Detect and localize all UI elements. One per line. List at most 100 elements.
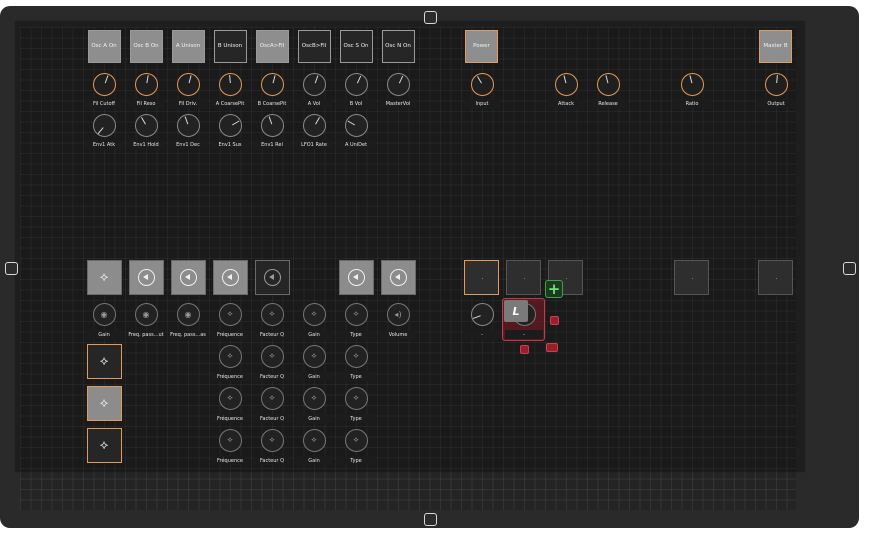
eq-band-knob[interactable]: ⟡: [344, 428, 368, 452]
eq-knob[interactable]: ◉: [92, 302, 116, 326]
param-knob[interactable]: [176, 113, 200, 137]
empty-slot[interactable]: [674, 260, 709, 295]
eq-band-knob[interactable]: ⟡: [344, 386, 368, 410]
osc-toggle-button[interactable]: Osc N On: [381, 30, 415, 63]
knob-pointer: [314, 74, 319, 83]
resize-handle-top[interactable]: [424, 11, 437, 24]
eq-band-knob[interactable]: ⟡: [260, 428, 284, 452]
param-knob-label: A CoarsePit: [211, 99, 249, 108]
eq-knob[interactable]: ◉: [176, 302, 200, 326]
param-knob[interactable]: [92, 72, 116, 96]
eq-knob[interactable]: ⟡: [260, 302, 284, 326]
eq-band-knob-label: Type: [337, 414, 375, 423]
eq-band-knob[interactable]: ⟡: [344, 344, 368, 368]
dynamics-knob[interactable]: [554, 72, 578, 96]
diamond-icon: ⟡: [99, 437, 109, 453]
selection-corner-handle[interactable]: [520, 345, 529, 354]
knob-pointer: [97, 126, 104, 134]
param-knob[interactable]: [302, 113, 326, 137]
knob-glyph-icon: ⟡: [227, 435, 233, 444]
power-button[interactable]: Power: [465, 30, 498, 63]
eq-band-button[interactable]: [254, 259, 290, 295]
eq-band-knob[interactable]: ⟡: [218, 386, 242, 410]
param-knob[interactable]: [386, 72, 410, 96]
osc-toggle-button[interactable]: Osc A On: [87, 30, 121, 63]
param-knob[interactable]: [218, 113, 242, 137]
knob-pointer: [689, 74, 693, 83]
param-knob-label: A UniDet: [337, 140, 375, 149]
lasso-icon[interactable]: L: [504, 300, 528, 322]
dynamics-knob[interactable]: [764, 72, 788, 96]
eq-band-knob[interactable]: ⟡: [218, 428, 242, 452]
slot-knob[interactable]: [470, 302, 494, 326]
eq-band-button[interactable]: [338, 259, 374, 295]
dynamics-knob-label: Ratio: [673, 99, 711, 108]
param-knob[interactable]: [134, 113, 158, 137]
param-knob[interactable]: [218, 72, 242, 96]
osc-toggle-button[interactable]: A Unison: [171, 30, 205, 63]
eq-knob[interactable]: ◂): [386, 302, 410, 326]
slot-knob-label: -: [463, 330, 501, 339]
empty-slot[interactable]: [464, 260, 499, 295]
param-knob-label: Env1 Atk: [85, 140, 123, 149]
eq-band-knob[interactable]: ⟡: [302, 428, 326, 452]
osc-toggle-button[interactable]: Osc S On: [339, 30, 373, 63]
knob-glyph-icon: ⟡: [269, 309, 275, 318]
resize-handle-left[interactable]: [5, 262, 18, 275]
resize-handle-right[interactable]: [843, 262, 856, 275]
eq-band-knob-label: Fréquence: [211, 372, 249, 381]
osc-toggle-button[interactable]: OscA>Fil: [255, 30, 289, 63]
eq-band-button[interactable]: ⟡: [86, 427, 122, 463]
plus-icon[interactable]: +: [545, 280, 563, 298]
param-knob[interactable]: [260, 72, 284, 96]
eq-band-button[interactable]: [128, 259, 164, 295]
param-knob[interactable]: [260, 113, 284, 137]
dynamics-knob[interactable]: [596, 72, 620, 96]
eq-knob[interactable]: ⟡: [344, 302, 368, 326]
dynamics-knob[interactable]: [470, 72, 494, 96]
eq-band-knob[interactable]: ⟡: [302, 386, 326, 410]
eq-band-knob[interactable]: ⟡: [260, 344, 284, 368]
osc-toggle-button[interactable]: OscB>Fil: [297, 30, 331, 63]
osc-toggle-button[interactable]: Osc B On: [129, 30, 163, 63]
eq-knob-label: Type: [337, 330, 375, 339]
param-knob[interactable]: [134, 72, 158, 96]
eq-band-button[interactable]: [380, 259, 416, 295]
empty-slot[interactable]: [758, 260, 793, 295]
diamond-icon: ⟡: [99, 269, 109, 285]
param-knob[interactable]: [92, 113, 116, 137]
param-knob[interactable]: [176, 72, 200, 96]
eq-band-button[interactable]: [212, 259, 248, 295]
knob-glyph-icon: ⟡: [227, 309, 233, 318]
osc-toggle-button[interactable]: B Unison: [213, 30, 247, 63]
eq-band-button[interactable]: [170, 259, 206, 295]
master-bypass-button[interactable]: Master B: [759, 30, 792, 63]
param-knob-label: A Vol: [295, 99, 333, 108]
dynamics-knob[interactable]: [680, 72, 704, 96]
knob-pointer: [605, 74, 609, 83]
eq-band-knob[interactable]: ⟡: [218, 344, 242, 368]
param-knob-label: Env1 Rel: [253, 140, 291, 149]
param-knob[interactable]: [302, 72, 326, 96]
eq-knob[interactable]: ⟡: [218, 302, 242, 326]
knob-pointer: [188, 74, 192, 83]
knob-pointer: [472, 314, 481, 319]
param-knob[interactable]: [344, 72, 368, 96]
eq-band-knob[interactable]: ⟡: [260, 386, 284, 410]
eq-band-button[interactable]: ⟡: [86, 259, 122, 295]
resize-handle-bottom[interactable]: [424, 513, 437, 526]
knob-glyph-icon: ⟡: [227, 393, 233, 402]
eq-band-knob[interactable]: ⟡: [302, 344, 326, 368]
eq-band-button[interactable]: ⟡: [86, 385, 122, 421]
eq-band-knob-label: Facteur Q: [253, 372, 291, 381]
eq-band-knob-label: Fréquence: [211, 456, 249, 465]
eq-knob[interactable]: ◉: [134, 302, 158, 326]
back-circle-icon: [179, 268, 197, 286]
param-knob[interactable]: [344, 113, 368, 137]
eq-knob[interactable]: ⟡: [302, 302, 326, 326]
selection-corner-handle[interactable]: [546, 343, 558, 352]
empty-slot[interactable]: [506, 260, 541, 295]
selection-corner-handle[interactable]: [550, 316, 559, 325]
eq-band-button[interactable]: ⟡: [86, 343, 122, 379]
knob-pointer: [398, 75, 404, 83]
